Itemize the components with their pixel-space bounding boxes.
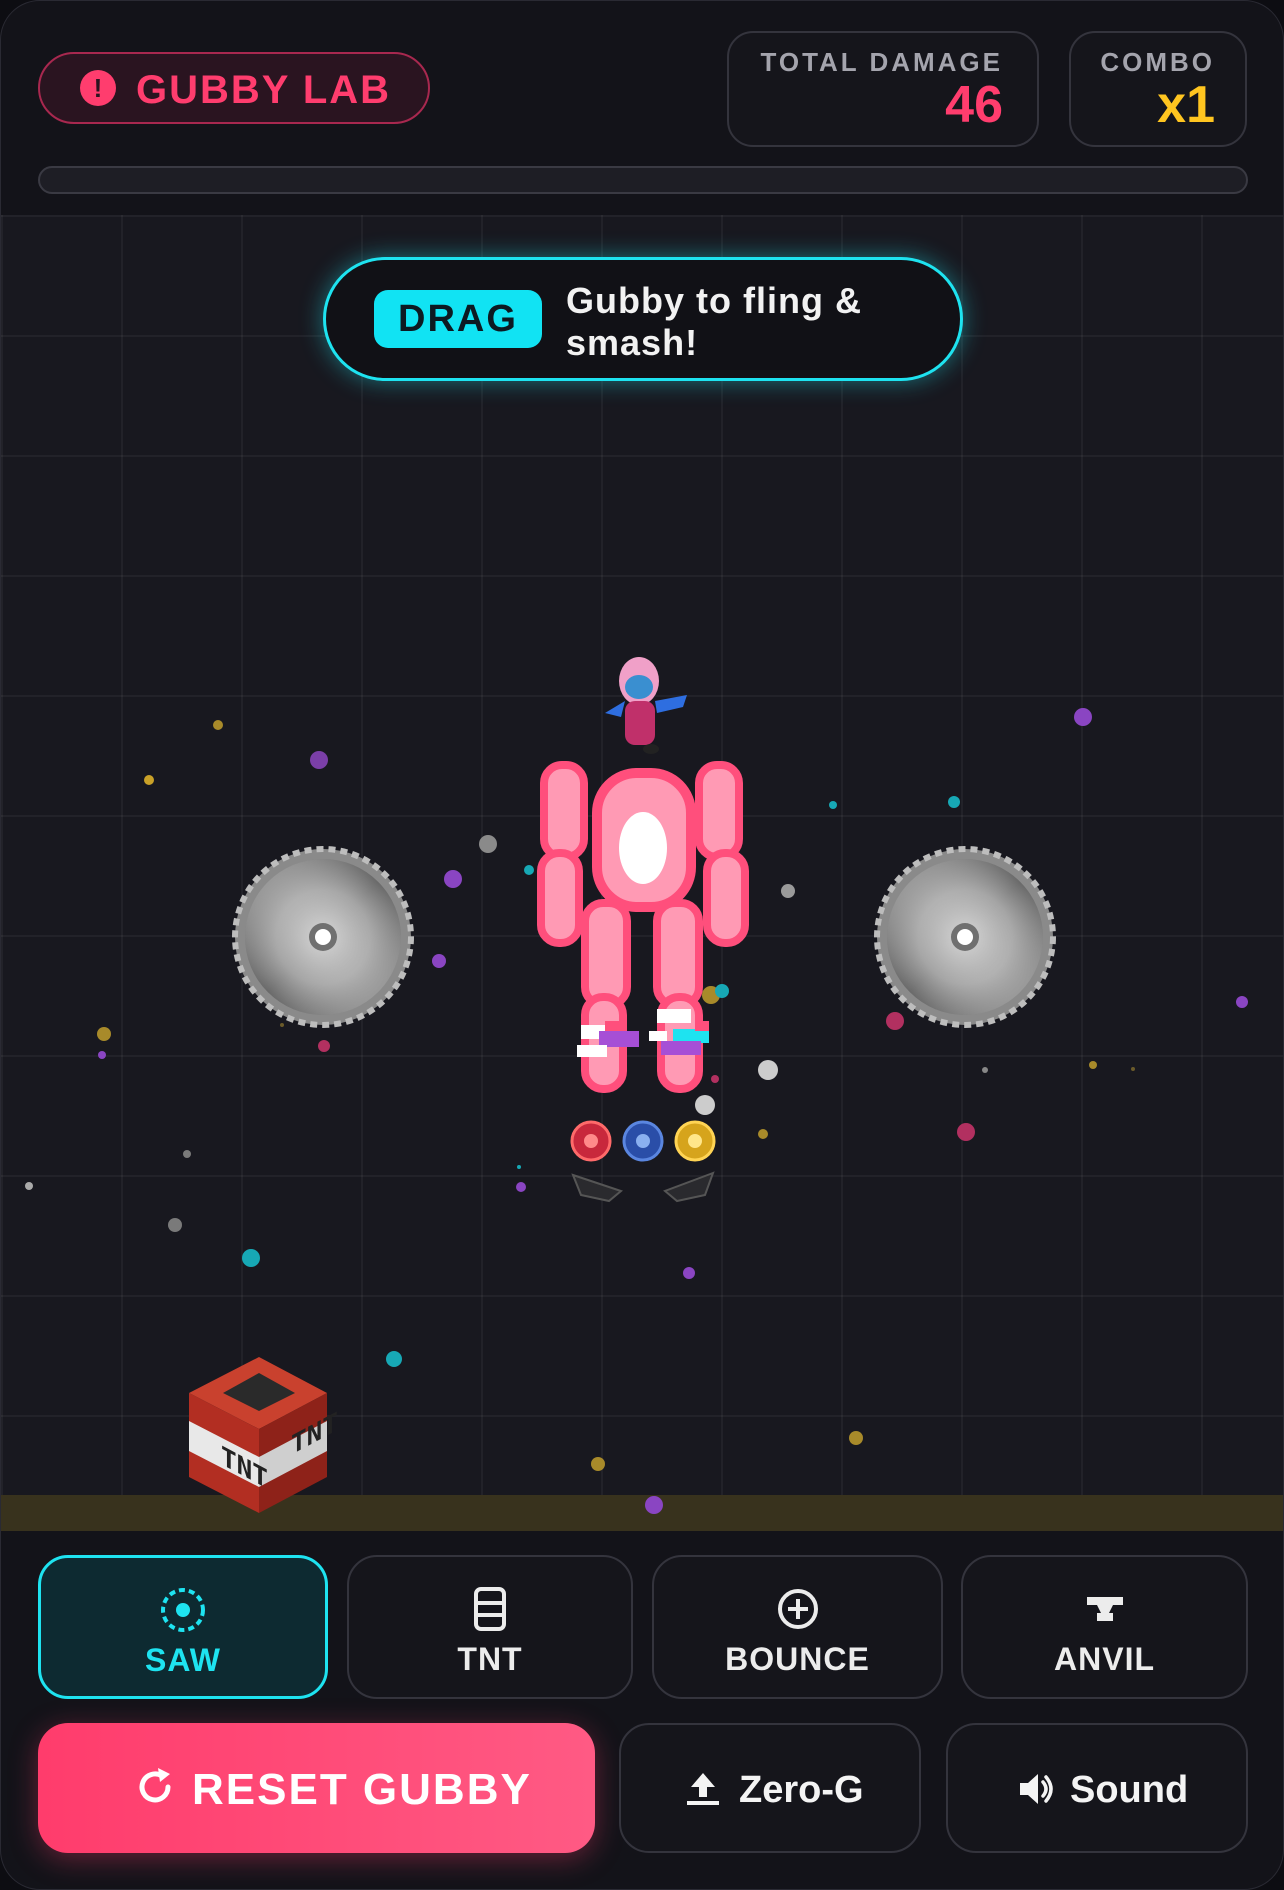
zero-g-label: Zero-G — [739, 1769, 864, 1811]
saw-blade-right[interactable] — [874, 846, 1056, 1028]
reset-gubby-button[interactable]: RESET GUBBY — [38, 1723, 595, 1853]
gubby-head[interactable] — [605, 657, 687, 754]
zero-g-button[interactable]: Zero-G — [619, 1723, 921, 1853]
anvil-icon — [1086, 1597, 1123, 1621]
refresh-icon — [139, 1768, 171, 1803]
speaker-icon — [1020, 1774, 1053, 1804]
game-frame: ! GUBBY LAB TOTAL DAMAGE 46 COMBO x1 TNT… — [0, 0, 1284, 1890]
gubby-ragdoll[interactable] — [537, 657, 749, 1203]
tool-label-anvil: ANVIL — [1054, 1641, 1155, 1677]
tool-anvil-button[interactable]: ANVIL — [961, 1555, 1248, 1699]
tool-label-tnt: TNT — [457, 1641, 523, 1677]
drag-hint: DRAG Gubby to fling & smash! — [323, 257, 963, 381]
sound-label: Sound — [1070, 1769, 1189, 1811]
tool-bounce-button[interactable]: BOUNCE — [652, 1555, 943, 1699]
tnt-icon — [474, 1587, 506, 1631]
saw-icon — [161, 1588, 205, 1632]
drag-badge: DRAG — [374, 290, 542, 348]
drag-hint-message: Gubby to fling & smash! — [566, 280, 862, 363]
tool-saw-button[interactable]: SAW — [38, 1555, 328, 1699]
reset-gubby-label: RESET GUBBY — [192, 1765, 532, 1814]
upload-arrow-icon — [687, 1773, 719, 1805]
saw-blade-left[interactable] — [232, 846, 414, 1028]
bounce-icon — [777, 1589, 818, 1629]
sound-button[interactable]: Sound — [946, 1723, 1248, 1853]
tool-label-saw: SAW — [145, 1642, 221, 1678]
tool-label-bounce: BOUNCE — [725, 1641, 870, 1677]
tool-tnt-button[interactable]: TNT — [347, 1555, 633, 1699]
tnt-block[interactable]: TNT TNT — [189, 1357, 338, 1513]
